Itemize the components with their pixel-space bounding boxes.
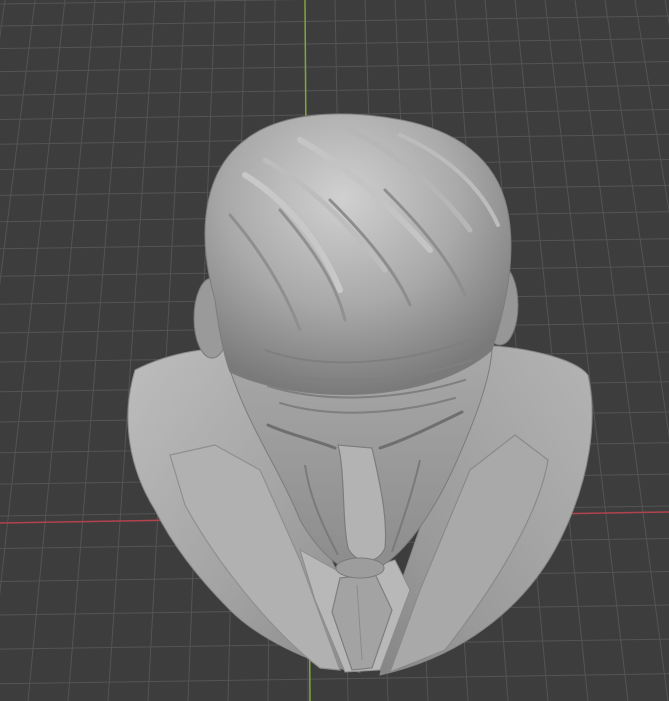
grid-line-vertical [0, 0, 36, 287]
grid-line-vertical [67, 0, 126, 701]
viewport-canvas[interactable] [0, 0, 669, 701]
grid-line-horizontal [0, 61, 669, 73]
grid-line-horizontal [0, 38, 669, 50]
3d-viewport[interactable] [0, 0, 669, 701]
grid-line-horizontal [0, 84, 669, 96]
grid-line-vertical [147, 0, 186, 701]
grid-line-vertical [27, 0, 96, 701]
chin [335, 557, 385, 579]
grid-line-vertical [574, 0, 669, 701]
grid-line-horizontal [0, 673, 669, 685]
grid-line-vertical [634, 0, 669, 215]
grid-line-horizontal [0, 15, 669, 27]
grid-line-vertical [604, 0, 669, 440]
grid-line-vertical [544, 0, 629, 701]
grid-line-vertical [107, 0, 156, 701]
grid-line-vertical [0, 0, 66, 597]
grid-line-horizontal [0, 0, 302, 5]
sculpted-bust[interactable] [127, 113, 593, 676]
head-hair [204, 113, 512, 396]
grid-line-vertical [0, 0, 6, 40]
grid-line-vertical [664, 0, 669, 26]
